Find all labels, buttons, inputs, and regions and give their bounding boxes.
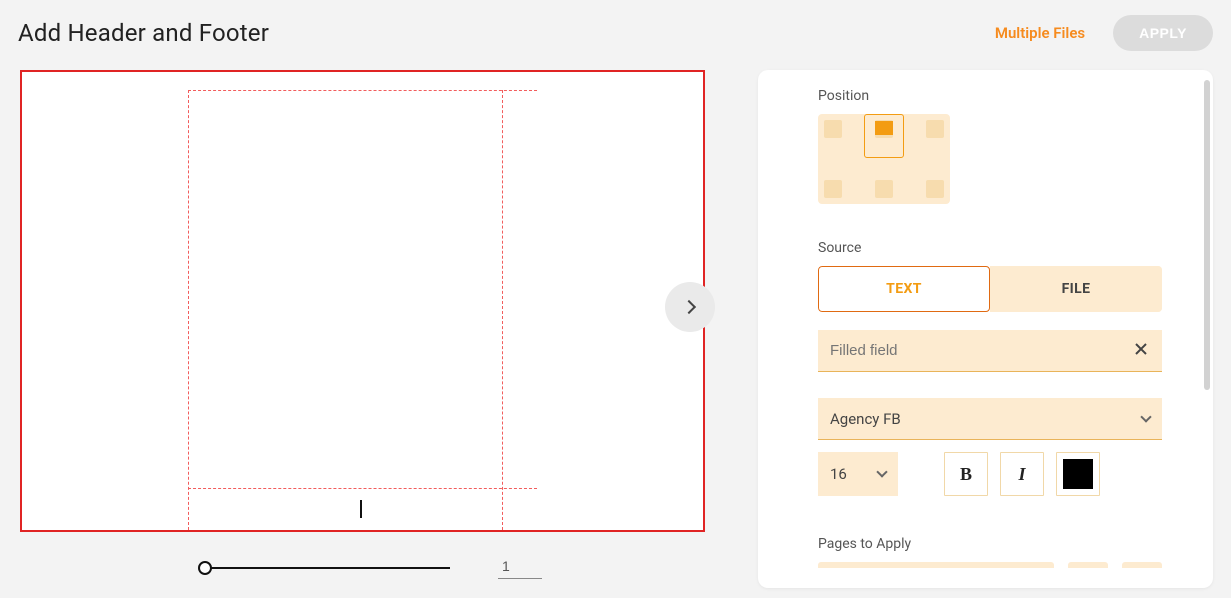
page-slider[interactable]: [198, 561, 450, 575]
pages-from-input[interactable]: [1068, 562, 1108, 568]
clear-text-button[interactable]: [1132, 342, 1150, 360]
page-number-input[interactable]: [498, 556, 542, 579]
position-grid: [818, 114, 950, 204]
position-bottom-center[interactable]: [875, 180, 893, 198]
position-bottom-right[interactable]: [926, 180, 944, 198]
apply-button[interactable]: APPLY: [1113, 15, 1213, 51]
source-label: Source: [818, 240, 1201, 256]
position-label: Position: [818, 88, 1201, 104]
text-cursor: [360, 500, 362, 518]
position-bottom-left[interactable]: [824, 180, 842, 198]
guide-vertical-left: [188, 90, 189, 530]
bold-icon: B: [960, 464, 972, 485]
chevron-down-icon: [1140, 411, 1151, 422]
font-name-value: Agency FB: [830, 410, 901, 428]
bold-button[interactable]: B: [944, 452, 988, 496]
position-top-center[interactable]: [875, 120, 893, 138]
settings-panel: Position Source TEXT FILE: [758, 70, 1213, 588]
guide-vertical-right: [502, 90, 503, 530]
font-size-select[interactable]: 16: [818, 452, 898, 496]
source-text-input[interactable]: [830, 342, 1132, 359]
color-swatch: [1063, 459, 1093, 489]
position-top-right[interactable]: [926, 120, 944, 138]
panel-scrollbar[interactable]: [1204, 80, 1210, 390]
pages-range-input[interactable]: [818, 562, 1054, 568]
tab-text[interactable]: TEXT: [818, 266, 990, 312]
italic-button[interactable]: I: [1000, 452, 1044, 496]
slider-track: [206, 567, 450, 569]
slider-thumb[interactable]: [198, 561, 212, 575]
multiple-files-link[interactable]: Multiple Files: [995, 24, 1085, 42]
chevron-down-icon: [876, 466, 887, 477]
close-icon: [1134, 342, 1148, 356]
next-page-button[interactable]: [665, 282, 715, 332]
position-top-left[interactable]: [824, 120, 842, 138]
page-preview[interactable]: [20, 70, 705, 532]
guide-horizontal-top: [188, 90, 537, 91]
guide-horizontal-bottom: [188, 488, 537, 489]
text-color-button[interactable]: [1056, 452, 1100, 496]
tab-file[interactable]: FILE: [990, 266, 1162, 312]
font-select[interactable]: Agency FB: [818, 398, 1162, 440]
italic-icon: I: [1018, 464, 1025, 485]
pages-to-input[interactable]: [1122, 562, 1162, 568]
chevron-right-icon: [681, 300, 695, 314]
pages-to-apply-label: Pages to Apply: [818, 536, 1201, 552]
page-title: Add Header and Footer: [18, 19, 269, 47]
font-size-value: 16: [830, 465, 847, 483]
